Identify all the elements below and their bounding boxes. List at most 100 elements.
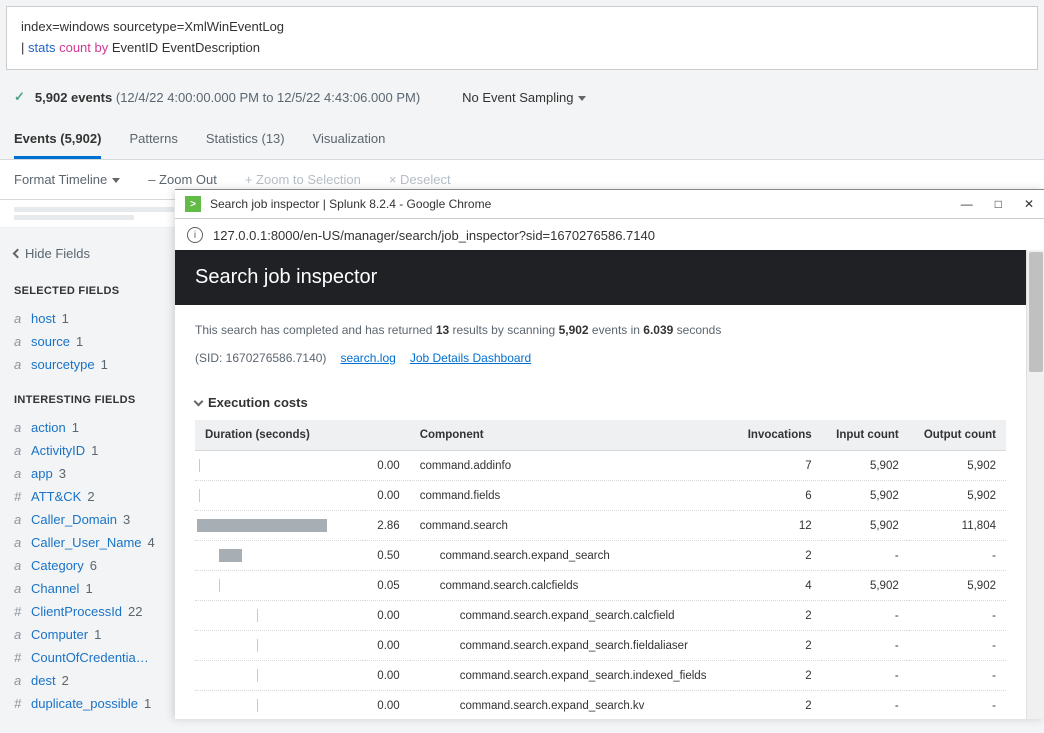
inspector-title: Search job inspector [175, 250, 1026, 305]
col-duration[interactable]: Duration (seconds) [195, 420, 410, 451]
job-details-link[interactable]: Job Details Dashboard [410, 351, 531, 365]
zoom-out-button[interactable]: – Zoom Out [148, 172, 217, 187]
scrollbar[interactable] [1026, 250, 1044, 719]
execution-costs-toggle[interactable]: Execution costs [195, 395, 1006, 410]
col-output[interactable]: Output count [909, 420, 1006, 451]
duration-value: 0.00 [365, 691, 410, 720]
tab-visualization[interactable]: Visualization [313, 121, 386, 159]
tab-events[interactable]: Events (5,902) [14, 121, 101, 159]
invocations: 4 [733, 571, 821, 601]
field-name[interactable]: dest [31, 673, 56, 688]
field-name[interactable]: Computer [31, 627, 88, 642]
field-name[interactable]: source [31, 334, 70, 349]
field-name[interactable]: Caller_Domain [31, 512, 117, 527]
field-name[interactable]: app [31, 466, 53, 481]
check-icon: ✓ [14, 89, 25, 105]
field-name[interactable]: Caller_User_Name [31, 535, 142, 550]
field-name[interactable]: CountOfCredentialsReturn [31, 650, 151, 665]
minimize-button[interactable]: — [961, 197, 973, 211]
col-invocations[interactable]: Invocations [733, 420, 821, 451]
field-item[interactable]: aComputer1 [14, 623, 161, 646]
output-count: - [909, 661, 1006, 691]
field-item[interactable]: # CountOfCredentialsReturn [14, 646, 161, 669]
field-item[interactable]: ahost1 [14, 307, 161, 330]
field-name[interactable]: duplicate_possible [31, 696, 138, 711]
component-name: command.search [420, 520, 508, 532]
search-pipe: | [21, 40, 28, 55]
field-type: a [14, 443, 25, 458]
input-count: - [822, 661, 909, 691]
format-timeline-button[interactable]: Format Timeline [14, 172, 120, 187]
field-name[interactable]: ActivityID [31, 443, 85, 458]
event-count: 5,902 events (12/4/22 4:00:00.000 PM to … [35, 90, 420, 105]
duration-value: 0.00 [365, 481, 410, 511]
field-name[interactable]: host [31, 311, 56, 326]
field-item[interactable]: aaction1 [14, 416, 161, 439]
output-count: - [909, 631, 1006, 661]
output-count: 11,804 [909, 511, 1006, 541]
field-item[interactable]: #ATT&CK2 [14, 485, 161, 508]
field-item[interactable]: asourcetype1 [14, 353, 161, 376]
search-input[interactable]: index=windows sourcetype=XmlWinEventLog … [6, 6, 1038, 70]
fields-sidebar: Hide Fields SELECTED FIELDS ahost1asourc… [0, 228, 175, 733]
field-name[interactable]: Channel [31, 581, 79, 596]
chevron-left-icon [13, 248, 23, 258]
field-count: 1 [76, 334, 83, 349]
field-name[interactable]: Category [31, 558, 84, 573]
field-type: a [14, 466, 25, 481]
duration-tick [257, 609, 258, 622]
field-item[interactable]: aActivityID1 [14, 439, 161, 462]
sampling-dropdown[interactable]: No Event Sampling [452, 84, 596, 111]
hide-fields-button[interactable]: Hide Fields [14, 246, 161, 261]
scrollbar-thumb[interactable] [1029, 252, 1043, 372]
duration-bar [219, 549, 242, 562]
field-item[interactable]: a Category 6 [14, 554, 161, 577]
tab-patterns[interactable]: Patterns [129, 121, 177, 159]
tab-statistics[interactable]: Statistics (13) [206, 121, 285, 159]
field-type: a [14, 311, 25, 326]
duration-value: 0.50 [365, 541, 410, 571]
field-item[interactable]: aapp3 [14, 462, 161, 485]
field-type: # [14, 650, 25, 665]
field-item[interactable]: #duplicate_possible1 [14, 692, 161, 715]
output-count: - [909, 541, 1006, 571]
search-log-link[interactable]: search.log [340, 351, 395, 365]
duration-value: 2.86 [365, 511, 410, 541]
col-input[interactable]: Input count [822, 420, 909, 451]
field-item[interactable]: adest2 [14, 669, 161, 692]
sid-label: (SID: 1670276586.7140) [195, 351, 326, 365]
field-type: a [14, 627, 25, 642]
result-tabs: Events (5,902) Patterns Statistics (13) … [0, 121, 1044, 160]
search-line1a: index [21, 19, 52, 34]
field-name[interactable]: ATT&CK [31, 489, 81, 504]
field-item[interactable]: asource1 [14, 330, 161, 353]
field-item[interactable]: aCaller_User_Name4 [14, 531, 161, 554]
completion-summary: This search has completed and has return… [195, 323, 1006, 337]
duration-tick [257, 639, 258, 652]
field-item[interactable]: #ClientProcessId22 [14, 600, 161, 623]
component-name: command.fields [420, 490, 501, 502]
window-titlebar[interactable]: Search job inspector | Splunk 8.2.4 - Go… [175, 190, 1044, 219]
table-row: 0.00command.search.expand_search.calcfie… [195, 601, 1006, 631]
field-item[interactable]: aCaller_Domain3 [14, 508, 161, 531]
field-name[interactable]: action [31, 420, 66, 435]
field-type: # [14, 696, 25, 711]
table-row: 0.00command.search.expand_search.kv2-- [195, 691, 1006, 720]
input-count: 5,902 [822, 481, 909, 511]
chevron-down-icon [194, 396, 204, 406]
field-count: 2 [87, 489, 94, 504]
field-name[interactable]: sourcetype [31, 357, 95, 372]
duration-tick [257, 669, 258, 682]
field-item[interactable]: aChannel1 [14, 577, 161, 600]
input-count: - [822, 601, 909, 631]
close-button[interactable]: ✕ [1024, 197, 1034, 211]
maximize-button[interactable]: □ [995, 197, 1002, 211]
output-count: 5,902 [909, 451, 1006, 481]
output-count: - [909, 691, 1006, 720]
field-name[interactable]: ClientProcessId [31, 604, 122, 619]
info-icon: i [187, 227, 203, 243]
field-type: a [14, 558, 25, 573]
col-component[interactable]: Component [410, 420, 733, 451]
address-bar[interactable]: i 127.0.0.1:8000/en-US/manager/search/jo… [175, 219, 1044, 252]
field-count: 6 [90, 558, 97, 573]
